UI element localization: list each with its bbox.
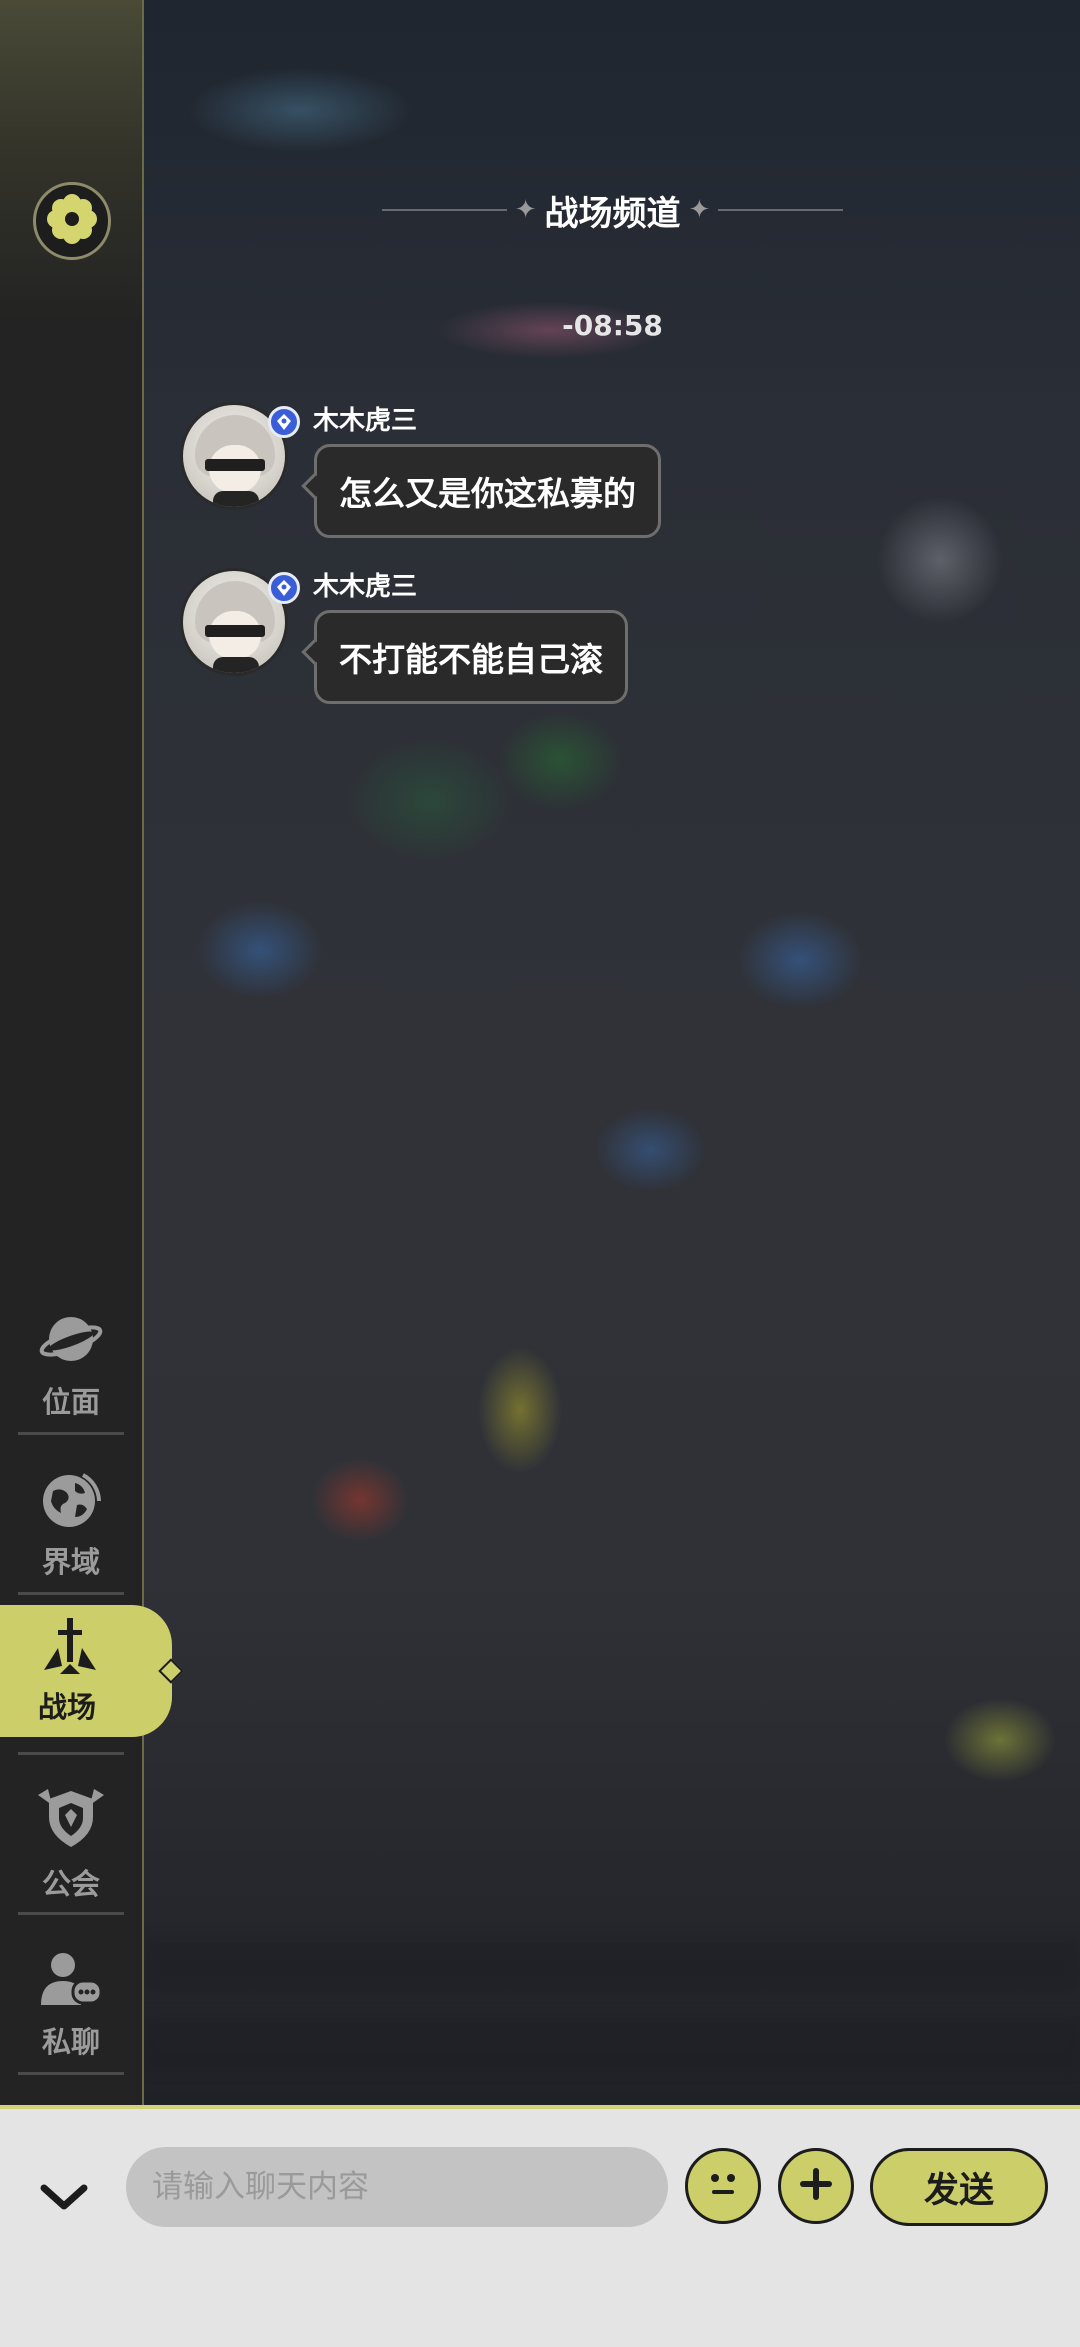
nav-item-label: 私聊 <box>41 2025 100 2059</box>
message-timestamp: -08:58 <box>562 309 663 342</box>
chat-message: 木木虎三 不打能不能自己滚 <box>180 568 880 728</box>
nav-divider <box>18 1912 124 1915</box>
nav-divider <box>18 1592 124 1595</box>
chat-message: 木木虎三 怎么又是你这私募的 <box>180 402 880 562</box>
nav-item-label: 公会 <box>41 1867 100 1901</box>
rank-badge-icon <box>268 572 300 604</box>
channel-title: 战场频道 <box>544 193 681 234</box>
sparkle-icon: ✦ <box>514 195 537 225</box>
collapse-button[interactable] <box>34 2169 94 2229</box>
background-blur-strip <box>145 2020 1080 2070</box>
nav-item-guild[interactable]: 公会 <box>0 1770 142 1920</box>
channel-sidebar: 位面 界域 战场 公会 私聊 <box>0 0 184 2105</box>
send-button[interactable]: 发送 <box>870 2148 1048 2226</box>
emoji-icon <box>698 2159 748 2213</box>
message-bubble: 怎么又是你这私募的 <box>301 444 661 538</box>
guild-shield-icon <box>36 1787 106 1855</box>
planet-icon <box>39 1309 103 1373</box>
rank-badge-icon <box>268 406 300 438</box>
message-text: 怎么又是你这私募的 <box>339 474 636 513</box>
chevron-down-icon <box>40 2182 88 2216</box>
add-button[interactable] <box>778 2148 854 2224</box>
message-text: 不打能不能自己滚 <box>339 640 603 679</box>
gear-icon <box>44 191 100 251</box>
sword-icon <box>40 1616 100 1680</box>
nav-item-plane[interactable]: 位面 <box>0 1290 142 1440</box>
emoji-button[interactable] <box>685 2148 761 2224</box>
chat-input-bar: 发送 <box>0 2105 1080 2347</box>
nav-divider <box>18 1432 124 1435</box>
nav-item-battlefield[interactable]: 战场 <box>0 1605 184 1737</box>
sparkle-icon: ✦ <box>688 195 711 225</box>
globe-icon <box>39 1469 103 1533</box>
background-blur-strip <box>145 1940 1080 1990</box>
settings-button[interactable] <box>33 182 111 260</box>
nav-item-private-chat[interactable]: 私聊 <box>0 1930 142 2080</box>
chat-message-input[interactable] <box>126 2147 668 2227</box>
nav-item-label: 位面 <box>41 1385 100 1419</box>
header-divider-left <box>381 209 507 211</box>
message-username[interactable]: 木木虎三 <box>313 400 417 437</box>
nav-item-realm[interactable]: 界域 <box>0 1450 142 1600</box>
nav-divider <box>18 2072 124 2075</box>
nav-item-label: 战场 <box>38 1690 97 1724</box>
header-divider-right <box>718 209 844 211</box>
plus-icon <box>794 2162 838 2210</box>
nav-divider <box>18 1752 124 1755</box>
message-bubble: 不打能不能自己滚 <box>301 610 628 704</box>
message-username[interactable]: 木木虎三 <box>313 566 417 603</box>
sidebar-header-decoration <box>0 0 142 320</box>
channel-header: ✦ 战场频道 ✦ <box>375 180 850 240</box>
nav-item-label: 界域 <box>41 1545 100 1579</box>
private-chat-icon <box>39 1949 103 2013</box>
